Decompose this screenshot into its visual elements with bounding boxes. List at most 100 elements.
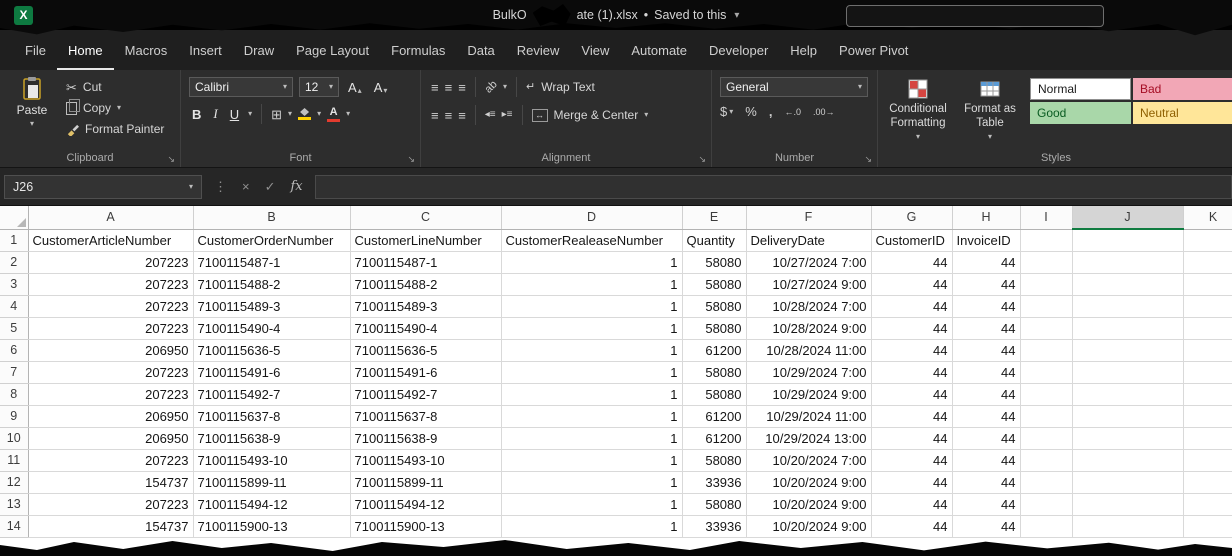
comma-style-button[interactable]: ,: [769, 105, 773, 118]
grow-font-button[interactable]: A▴: [345, 80, 365, 95]
row-header-13[interactable]: 13: [0, 493, 28, 515]
cell-G4[interactable]: 44: [871, 295, 952, 317]
cell-D12[interactable]: 1: [501, 471, 682, 493]
cell-J1[interactable]: [1072, 229, 1183, 251]
cell-C12[interactable]: 7100115899-11: [350, 471, 501, 493]
cell-I4[interactable]: [1020, 295, 1072, 317]
cell-F1[interactable]: DeliveryDate: [746, 229, 871, 251]
cell-I13[interactable]: [1020, 493, 1072, 515]
cell-D10[interactable]: 1: [501, 427, 682, 449]
column-header-D[interactable]: D: [501, 206, 682, 229]
cell-E1[interactable]: Quantity: [682, 229, 746, 251]
search-box[interactable]: [846, 5, 1104, 27]
cell-J8[interactable]: [1072, 383, 1183, 405]
menu-item-review[interactable]: Review: [506, 30, 571, 70]
cell-J10[interactable]: [1072, 427, 1183, 449]
borders-icon[interactable]: ⊞: [271, 108, 282, 121]
cell-style-neutral[interactable]: Neutral: [1133, 102, 1232, 124]
cell-I6[interactable]: [1020, 339, 1072, 361]
cell-B13[interactable]: 7100115494-12: [193, 493, 350, 515]
menu-item-view[interactable]: View: [570, 30, 620, 70]
cell-J4[interactable]: [1072, 295, 1183, 317]
cell-E8[interactable]: 58080: [682, 383, 746, 405]
cell-B5[interactable]: 7100115490-4: [193, 317, 350, 339]
orientation-icon[interactable]: ab: [482, 78, 499, 95]
cell-style-good[interactable]: Good: [1030, 102, 1131, 124]
cell-K1[interactable]: [1183, 229, 1232, 251]
cell-C7[interactable]: 7100115491-6: [350, 361, 501, 383]
chevron-down-icon[interactable]: ▾: [117, 104, 121, 112]
cell-E7[interactable]: 58080: [682, 361, 746, 383]
decrease-decimal-button[interactable]: .00→: [813, 107, 835, 117]
cell-C9[interactable]: 7100115637-8: [350, 405, 501, 427]
column-header-E[interactable]: E: [682, 206, 746, 229]
cell-E3[interactable]: 58080: [682, 273, 746, 295]
increase-indent-icon[interactable]: ▸≡: [502, 110, 513, 120]
cell-F12[interactable]: 10/20/2024 9:00: [746, 471, 871, 493]
cell-H3[interactable]: 44: [952, 273, 1020, 295]
cell-B3[interactable]: 7100115488-2: [193, 273, 350, 295]
menu-item-data[interactable]: Data: [456, 30, 505, 70]
cell-J6[interactable]: [1072, 339, 1183, 361]
insert-function-button[interactable]: fx: [291, 179, 303, 194]
cell-G5[interactable]: 44: [871, 317, 952, 339]
name-box[interactable]: J26 ▾: [4, 175, 202, 199]
menu-item-developer[interactable]: Developer: [698, 30, 779, 70]
clipboard-dialog-launcher-icon[interactable]: ↘: [167, 155, 175, 164]
cell-I7[interactable]: [1020, 361, 1072, 383]
cell-D9[interactable]: 1: [501, 405, 682, 427]
column-header-G[interactable]: G: [871, 206, 952, 229]
cancel-icon[interactable]: ×: [242, 179, 250, 194]
cell-B11[interactable]: 7100115493-10: [193, 449, 350, 471]
cell-D13[interactable]: 1: [501, 493, 682, 515]
cell-G6[interactable]: 44: [871, 339, 952, 361]
cell-B7[interactable]: 7100115491-6: [193, 361, 350, 383]
cell-F11[interactable]: 10/20/2024 7:00: [746, 449, 871, 471]
column-header-I[interactable]: I: [1020, 206, 1072, 229]
cell-D7[interactable]: 1: [501, 361, 682, 383]
cell-D11[interactable]: 1: [501, 449, 682, 471]
align-left-icon[interactable]: ≡: [431, 109, 439, 122]
chevron-down-icon[interactable]: ▾: [734, 10, 739, 21]
cell-C6[interactable]: 7100115636-5: [350, 339, 501, 361]
cell-B10[interactable]: 7100115638-9: [193, 427, 350, 449]
cell-G8[interactable]: 44: [871, 383, 952, 405]
cell-A6[interactable]: 206950: [28, 339, 193, 361]
column-header-A[interactable]: A: [28, 206, 193, 229]
cell-H7[interactable]: 44: [952, 361, 1020, 383]
font-color-button[interactable]: A: [327, 107, 340, 122]
cell-B1[interactable]: CustomerOrderNumber: [193, 229, 350, 251]
menu-item-help[interactable]: Help: [779, 30, 828, 70]
cell-G2[interactable]: 44: [871, 251, 952, 273]
cell-A5[interactable]: 207223: [28, 317, 193, 339]
cell-J9[interactable]: [1072, 405, 1183, 427]
cell-K5[interactable]: [1183, 317, 1232, 339]
cell-J3[interactable]: [1072, 273, 1183, 295]
cell-C2[interactable]: 7100115487-1: [350, 251, 501, 273]
cell-J7[interactable]: [1072, 361, 1183, 383]
row-header-3[interactable]: 3: [0, 273, 28, 295]
cell-A3[interactable]: 207223: [28, 273, 193, 295]
column-header-J[interactable]: J: [1072, 206, 1183, 229]
cell-A13[interactable]: 207223: [28, 493, 193, 515]
cell-H8[interactable]: 44: [952, 383, 1020, 405]
cell-H11[interactable]: 44: [952, 449, 1020, 471]
row-header-14[interactable]: 14: [0, 515, 28, 537]
cell-I8[interactable]: [1020, 383, 1072, 405]
borders-chevron-icon[interactable]: ▾: [288, 110, 292, 118]
menu-item-automate[interactable]: Automate: [620, 30, 698, 70]
cell-E11[interactable]: 58080: [682, 449, 746, 471]
cell-K10[interactable]: [1183, 427, 1232, 449]
cell-D3[interactable]: 1: [501, 273, 682, 295]
cell-I3[interactable]: [1020, 273, 1072, 295]
copy-button[interactable]: Copy ▾: [66, 101, 164, 115]
cell-C1[interactable]: CustomerLineNumber: [350, 229, 501, 251]
cell-I10[interactable]: [1020, 427, 1072, 449]
row-header-8[interactable]: 8: [0, 383, 28, 405]
font-dialog-launcher-icon[interactable]: ↘: [407, 155, 415, 164]
cell-E6[interactable]: 61200: [682, 339, 746, 361]
cell-H10[interactable]: 44: [952, 427, 1020, 449]
format-painter-button[interactable]: Format Painter: [66, 122, 164, 136]
cell-H6[interactable]: 44: [952, 339, 1020, 361]
excel-app-icon[interactable]: X: [14, 6, 33, 25]
